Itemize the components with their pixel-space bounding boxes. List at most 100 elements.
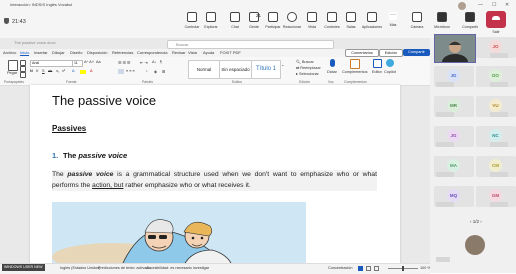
tab-insertar[interactable]: Insertar bbox=[34, 50, 48, 55]
bold-icon[interactable]: N bbox=[30, 69, 33, 73]
borders-icon[interactable]: ⊞ bbox=[162, 69, 165, 74]
tab-foxit-pdf[interactable]: FOXIT PDF bbox=[220, 50, 241, 55]
read-mode-icon[interactable] bbox=[366, 266, 371, 271]
subscript-icon[interactable]: x₂ bbox=[56, 69, 59, 73]
more-button[interactable]: ··· Más bbox=[381, 12, 405, 27]
font-grow-icon[interactable]: A^ A˅ bbox=[84, 60, 94, 64]
format-painter-icon[interactable] bbox=[20, 72, 26, 78]
view-icon bbox=[307, 12, 317, 22]
cartoon-illustration[interactable] bbox=[52, 202, 306, 265]
word-search-input[interactable]: Buscar bbox=[167, 40, 334, 49]
tab-archivo[interactable]: Archivo bbox=[3, 50, 16, 55]
avatar: MR bbox=[447, 99, 460, 112]
align-left-icon[interactable] bbox=[118, 69, 124, 74]
mic-button[interactable]: Micrófono bbox=[430, 12, 454, 29]
document-heading[interactable]: Passives bbox=[52, 124, 86, 133]
print-layout-icon[interactable] bbox=[358, 266, 363, 271]
styles-more-icon[interactable]: ⌄ bbox=[281, 62, 284, 67]
self-video-avatar[interactable] bbox=[465, 235, 485, 255]
find-button[interactable]: 🔍︎ Buscar bbox=[296, 59, 314, 64]
participant-mic-status bbox=[490, 82, 508, 87]
accessibility-status[interactable]: Accesibilidad: es necesario investigar bbox=[146, 266, 209, 270]
show-marks-icon[interactable]: ¶ bbox=[160, 60, 162, 64]
tab-ayuda[interactable]: Ayuda bbox=[203, 50, 214, 55]
style-no-spacing[interactable]: Sin espaciado bbox=[219, 60, 252, 79]
explore-icon bbox=[206, 12, 216, 22]
tab-referencias[interactable]: Referencias bbox=[112, 50, 133, 55]
word-share-button[interactable]: Compartir bbox=[403, 49, 430, 56]
dictate-label: Dictar bbox=[327, 70, 337, 74]
highlight-icon[interactable] bbox=[80, 70, 86, 74]
font-size-select[interactable]: 11 bbox=[72, 60, 83, 67]
mic-icon bbox=[437, 12, 447, 22]
body-paragraph[interactable]: The passive voice is a grammatical struc… bbox=[52, 170, 377, 191]
copilot-icon[interactable] bbox=[386, 59, 394, 67]
font-name-select[interactable]: Arial bbox=[30, 60, 73, 67]
editing-mode-button[interactable]: Edición bbox=[379, 49, 403, 57]
participant-pager[interactable]: ‹ 1/2 › bbox=[470, 219, 482, 224]
meeting-timer: 21:43 bbox=[12, 19, 26, 25]
camera-off-icon bbox=[412, 12, 422, 22]
phone-icon bbox=[492, 16, 500, 20]
avatar: VU bbox=[489, 99, 502, 112]
shading-icon[interactable]: ◈ bbox=[154, 69, 157, 74]
web-layout-icon[interactable] bbox=[374, 266, 379, 271]
tab-dibujar[interactable]: Dibujar bbox=[52, 50, 65, 55]
superscript-icon[interactable]: x² bbox=[62, 69, 65, 73]
share-screen-button[interactable]: Compartir bbox=[458, 12, 482, 29]
replace-button[interactable]: ⇄ Reemplazar bbox=[296, 65, 321, 70]
tab-vista[interactable]: Vista bbox=[188, 50, 197, 55]
addins-icon[interactable] bbox=[350, 59, 360, 69]
document-filename: The passive voice.docx bbox=[14, 40, 56, 45]
group-label-styles: Estilos bbox=[232, 80, 242, 84]
group-label-editing: Edición bbox=[299, 80, 311, 84]
leave-button[interactable]: Salir bbox=[486, 11, 506, 34]
close-window-icon[interactable]: ✕ bbox=[505, 2, 509, 8]
tab-revisar[interactable]: Revisar bbox=[172, 50, 186, 55]
sort-icon[interactable]: A↓ bbox=[152, 60, 156, 64]
tab-disposicion[interactable]: Disposición bbox=[87, 50, 107, 55]
zoom-slider-thumb[interactable] bbox=[402, 266, 404, 271]
comments-button[interactable]: Comentarios bbox=[345, 49, 379, 57]
presenter-video-tile[interactable] bbox=[434, 34, 476, 70]
editor-icon[interactable] bbox=[373, 59, 382, 68]
paste-icon[interactable] bbox=[8, 60, 18, 71]
group-label-font: Fuente bbox=[66, 80, 77, 84]
camera-button[interactable]: Cámara bbox=[405, 12, 429, 29]
bullets-icon[interactable]: ☰ ☰ ☰ bbox=[118, 60, 130, 65]
section-title[interactable]: The passive voice bbox=[63, 151, 127, 160]
underline-icon[interactable]: S bbox=[42, 69, 45, 73]
change-case-icon[interactable]: Aa bbox=[96, 60, 101, 64]
language-status[interactable]: Inglés (Estados Unidos) bbox=[60, 266, 100, 270]
avatar: JO bbox=[489, 40, 502, 53]
predictions-status[interactable]: Predicciones de texto: activado bbox=[98, 266, 151, 270]
group-label-addins: Complementos bbox=[344, 80, 367, 84]
maximize-icon[interactable]: ☐ bbox=[492, 2, 496, 8]
avatar: CM bbox=[489, 159, 502, 172]
style-normal[interactable]: Normal bbox=[188, 60, 220, 79]
font-color-icon[interactable]: A bbox=[90, 69, 93, 73]
tab-inicio[interactable]: Inicio bbox=[20, 50, 30, 56]
select-button[interactable]: ▸ Seleccionar bbox=[296, 71, 319, 76]
shield-icon bbox=[4, 18, 9, 24]
dictate-mic-icon[interactable] bbox=[330, 59, 335, 67]
focus-mode-button[interactable]: Concentración bbox=[328, 266, 352, 270]
minimize-icon[interactable]: — bbox=[478, 2, 483, 8]
line-spacing-icon[interactable]: ↕ bbox=[146, 69, 148, 73]
profile-avatar[interactable] bbox=[458, 2, 466, 10]
group-label-paragraph: Párrafo bbox=[142, 80, 154, 84]
participant-mic-status bbox=[490, 53, 508, 58]
explore-button[interactable]: Explorar bbox=[199, 12, 223, 29]
tab-correspondencia[interactable]: Correspondencia bbox=[137, 50, 167, 55]
emoji-icon bbox=[287, 12, 297, 22]
strikethrough-icon[interactable]: ab bbox=[48, 69, 52, 73]
indent-icon[interactable]: ⇤ ⇥ bbox=[140, 60, 147, 65]
italic-icon[interactable]: K bbox=[36, 69, 39, 73]
pager-next-icon[interactable]: › bbox=[479, 219, 482, 224]
align-center-icon[interactable]: ≡ ≡ ≡ bbox=[126, 69, 135, 73]
avatar: NC bbox=[489, 129, 502, 142]
tab-diseno[interactable]: Diseño bbox=[70, 50, 82, 55]
text-effects-icon[interactable]: A bbox=[72, 69, 75, 73]
style-heading-1[interactable]: Título 1 bbox=[251, 60, 281, 79]
document-title[interactable]: The passive voice bbox=[52, 93, 156, 108]
